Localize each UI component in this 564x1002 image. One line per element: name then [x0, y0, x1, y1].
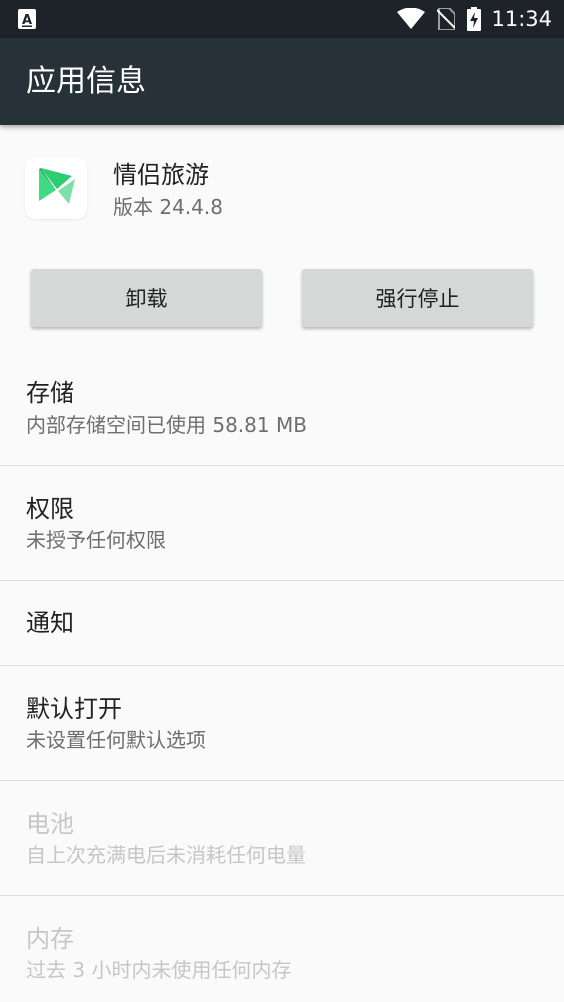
page-title: 应用信息: [26, 64, 146, 99]
list-item-memory: 内存 过去 3 小时内未使用任何内存: [0, 896, 564, 1002]
item-title: 通知: [26, 609, 74, 637]
item-subtitle: 未设置任何默认选项: [26, 728, 206, 752]
app-name: 情侣旅游: [113, 161, 209, 189]
item-title: 存储: [26, 379, 74, 407]
status-bar: A 11:34: [0, 0, 564, 38]
app-bar: 应用信息: [0, 38, 564, 125]
uninstall-button[interactable]: 卸载: [31, 269, 262, 327]
list-item-battery: 电池 自上次充满电后未消耗任何电量: [0, 781, 564, 896]
wifi-icon: [397, 8, 426, 30]
status-icons: 11:34: [385, 0, 552, 38]
item-title: 默认打开: [26, 695, 122, 723]
item-subtitle: 未授予任何权限: [26, 528, 166, 552]
item-title: 电池: [26, 810, 74, 838]
notification-a-icon: A: [18, 9, 36, 29]
item-title: 权限: [26, 495, 74, 523]
app-header: 情侣旅游 版本 24.4.8: [0, 125, 564, 255]
item-title: 内存: [26, 925, 74, 953]
list-item-permissions[interactable]: 权限 未授予任何权限: [0, 466, 564, 581]
item-subtitle: 自上次充满电后未消耗任何电量: [26, 843, 306, 867]
list-item-open-by-default[interactable]: 默认打开 未设置任何默认选项: [0, 666, 564, 781]
list-item-storage[interactable]: 存储 内部存储空间已使用 58.81 MB: [0, 350, 564, 466]
app-version: 版本 24.4.8: [113, 195, 223, 219]
list-item-notifications[interactable]: 通知: [0, 581, 564, 666]
item-subtitle: 内部存储空间已使用 58.81 MB: [26, 413, 307, 437]
status-time: 11:34: [491, 7, 552, 31]
no-sim-icon: [437, 8, 456, 30]
item-subtitle: 过去 3 小时内未使用任何内存: [26, 958, 292, 982]
force-stop-button[interactable]: 强行停止: [302, 269, 533, 327]
app-icon: [25, 157, 87, 219]
battery-charging-icon: [467, 7, 482, 31]
